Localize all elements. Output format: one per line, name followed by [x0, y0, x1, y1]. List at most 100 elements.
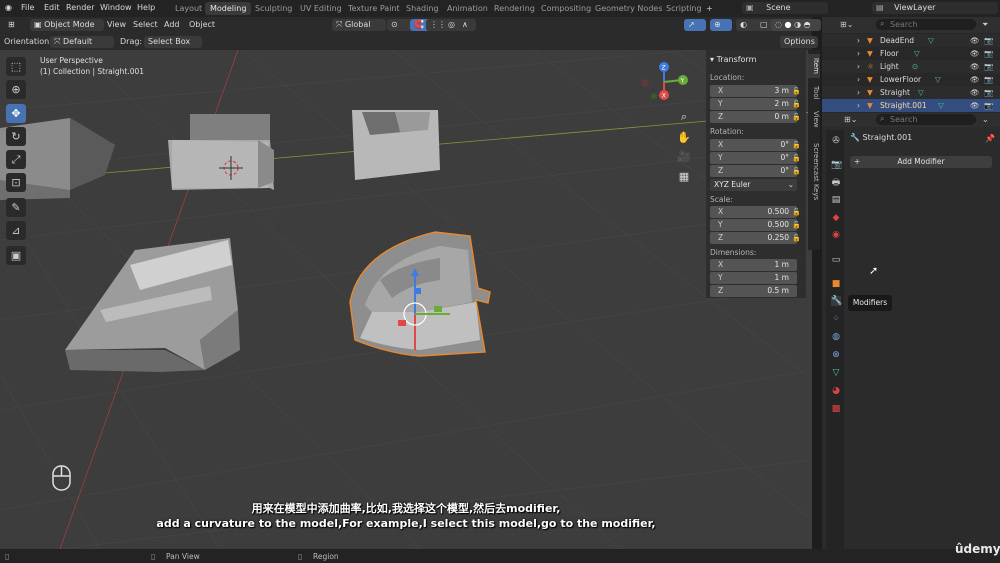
tab-geometry-nodes[interactable]: Geometry Nodes	[590, 2, 667, 15]
tab-sculpting[interactable]: Sculpting	[250, 2, 297, 15]
wireframe-shading-icon[interactable]: ◌	[775, 20, 782, 29]
eye-icon[interactable]: 👁	[970, 47, 980, 60]
camera-render-icon[interactable]: 📷	[984, 60, 993, 73]
outliner-item-straight[interactable]: › ▼ Straight ▽ 👁 📷	[822, 86, 1000, 99]
lock-icon[interactable]: 🔓	[792, 100, 801, 108]
tab-view[interactable]: View	[808, 108, 820, 130]
collection-tab-icon[interactable]: ▭	[831, 255, 841, 265]
overlays-icon[interactable]: ◐	[736, 19, 758, 31]
menu-object[interactable]: Object	[189, 20, 215, 29]
tab-shading[interactable]: Shading	[401, 2, 444, 15]
tab-tool[interactable]: Tool	[808, 82, 820, 104]
rotation-y-field[interactable]: Y 0°	[710, 152, 797, 164]
world-tab-icon[interactable]: ◉	[831, 230, 841, 240]
scale-z-field[interactable]: Z 0.250	[710, 232, 797, 244]
tab-item[interactable]: Item	[808, 54, 820, 78]
transform-panel-header[interactable]: ▾ Transform	[710, 55, 756, 64]
orientation-dropdown[interactable]: ⤧ Default	[50, 36, 114, 48]
lock-icon[interactable]: 🔓	[792, 87, 801, 95]
view-layer-tab-icon[interactable]: ▤	[831, 195, 841, 205]
tool-settings-tab-icon[interactable]: ✇	[831, 136, 841, 146]
expand-chevron-icon[interactable]: ›	[857, 34, 860, 47]
eye-icon[interactable]: 👁	[970, 60, 980, 73]
annotate-tool-icon[interactable]: ✎	[6, 198, 26, 217]
drag-dropdown[interactable]: Select Box	[144, 36, 202, 48]
transform-orientation-selector[interactable]: ⤧ Global	[332, 19, 386, 31]
location-y-field[interactable]: Y 2 m	[710, 98, 797, 110]
expand-chevron-icon[interactable]: ›	[857, 47, 860, 60]
properties-options-icon[interactable]: ⌄	[982, 115, 989, 124]
outliner-item-lowerfloor[interactable]: › ▼ LowerFloor ▽ 👁 📷	[822, 73, 1000, 86]
tab-modeling[interactable]: Modeling	[205, 2, 252, 15]
ortho-grid-icon[interactable]: ▦	[676, 170, 692, 186]
dimensions-y-field[interactable]: Y 1 m	[710, 272, 797, 284]
eye-icon[interactable]: 👁	[970, 99, 980, 112]
rotation-x-field[interactable]: X 0°	[710, 139, 797, 151]
texture-tab-icon[interactable]: ▩	[831, 404, 841, 414]
gizmo-toggle-icon[interactable]: ⊕	[710, 19, 732, 31]
lock-icon[interactable]: 🔓	[792, 154, 801, 162]
rendered-shading-icon[interactable]: ◓	[804, 20, 811, 29]
rotation-mode-dropdown[interactable]: XYZ Euler ⌄	[710, 179, 797, 191]
menu-edit[interactable]: Edit	[44, 3, 60, 12]
options-dropdown[interactable]: Options	[780, 36, 818, 48]
tab-layout[interactable]: Layout	[170, 2, 207, 15]
menu-render[interactable]: Render	[66, 3, 94, 12]
properties-search-input[interactable]: ⌕ Search	[876, 114, 976, 125]
particles-tab-icon[interactable]: ⁘	[831, 314, 841, 324]
camera-render-icon[interactable]: 📷	[984, 73, 993, 86]
navigation-gizmo[interactable]: Z Y X	[634, 56, 694, 116]
measure-tool-icon[interactable]: ⊿	[6, 221, 26, 240]
blender-logo-icon[interactable]: ◉	[5, 3, 12, 12]
camera-render-icon[interactable]: 📷	[984, 34, 993, 47]
expand-chevron-icon[interactable]: ›	[857, 99, 860, 112]
eye-icon[interactable]: 👁	[970, 73, 980, 86]
expand-chevron-icon[interactable]: ›	[857, 60, 860, 73]
tab-texture-paint[interactable]: Texture Paint	[343, 2, 405, 15]
location-z-field[interactable]: Z 0 m	[710, 111, 797, 123]
render-tab-icon[interactable]: 📷	[831, 160, 842, 170]
move-tool-icon[interactable]: ✥	[6, 104, 26, 123]
solid-shading-icon[interactable]: ●	[785, 20, 792, 29]
menu-file[interactable]: File	[21, 3, 34, 12]
tab-animation[interactable]: Animation	[442, 2, 493, 15]
expand-chevron-icon[interactable]: ›	[857, 86, 860, 99]
menu-window[interactable]: Window	[100, 3, 132, 12]
scale-y-field[interactable]: Y 0.500	[710, 219, 797, 231]
camera-render-icon[interactable]: 📷	[984, 86, 993, 99]
menu-view[interactable]: View	[107, 20, 126, 29]
dimensions-x-field[interactable]: X 1 m	[710, 259, 797, 271]
editor-type-icon[interactable]: ⊞	[4, 19, 28, 31]
add-workspace-button[interactable]: +	[701, 2, 718, 15]
mode-selector[interactable]: ▣ Object Mode	[30, 19, 104, 31]
transform-tool-icon[interactable]: ⊡	[6, 173, 26, 192]
properties-editor-icon[interactable]: ⊞⌄	[844, 115, 857, 124]
material-tab-icon[interactable]: ◕	[831, 386, 841, 396]
scale-x-field[interactable]: X 0.500	[710, 206, 797, 218]
scale-tool-icon[interactable]: ⤢	[6, 150, 26, 169]
tab-uv-editing[interactable]: UV Editing	[295, 2, 347, 15]
outliner-search-input[interactable]: ⌕ Search	[876, 19, 976, 30]
view-layer-selector[interactable]: ▤ ViewLayer	[872, 2, 998, 14]
constraints-tab-icon[interactable]: ⊗	[831, 350, 841, 360]
location-x-field[interactable]: X 3 m	[710, 85, 797, 97]
data-tab-icon[interactable]: ▽	[831, 368, 841, 378]
camera-view-icon[interactable]: 🎥	[676, 150, 692, 166]
outliner-item-floor[interactable]: › ▼ Floor ▽ 👁 📷	[822, 47, 1000, 60]
object-lowerfloor[interactable]	[65, 238, 240, 372]
rotate-tool-icon[interactable]: ↻	[6, 127, 26, 146]
pin-icon[interactable]: 📌	[985, 134, 995, 143]
camera-render-icon[interactable]: 📷	[984, 47, 993, 60]
object-visibility-icon[interactable]: ↗	[684, 19, 706, 31]
lock-icon[interactable]: 🔓	[792, 234, 801, 242]
object-tab-icon[interactable]: ■	[831, 279, 841, 289]
eye-icon[interactable]: 👁	[970, 34, 980, 47]
menu-add[interactable]: Add	[164, 20, 180, 29]
tab-rendering[interactable]: Rendering	[489, 2, 540, 15]
modifiers-tab-icon[interactable]: 🔧	[831, 296, 842, 306]
select-box-tool-icon[interactable]: ⬚	[6, 57, 26, 76]
add-modifier-button[interactable]: + Add Modifier	[850, 156, 992, 168]
shading-modes[interactable]: ◌ ● ◑ ◓	[771, 19, 821, 31]
tab-scripting[interactable]: Scripting	[661, 2, 707, 15]
camera-render-icon[interactable]: 📷	[984, 99, 993, 112]
